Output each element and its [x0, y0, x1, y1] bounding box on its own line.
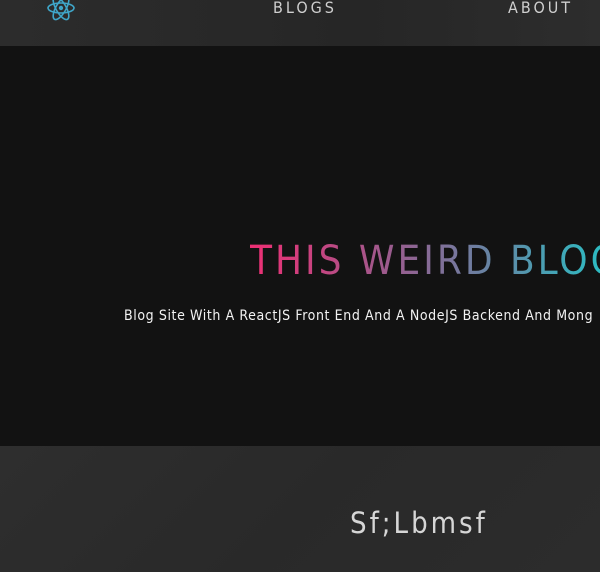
- hero-banner: THIS WEIRD BLOG Blog Site With A ReactJS…: [0, 46, 600, 446]
- hero-subtitle: Blog Site With A ReactJS Front End And A…: [124, 308, 594, 324]
- post-title[interactable]: Sf;Lbmsf: [350, 506, 488, 540]
- navbar: BLOGS ABOUT: [0, 0, 600, 46]
- nav-link-blogs[interactable]: BLOGS: [273, 0, 337, 17]
- hero-title: THIS WEIRD BLOG: [250, 238, 600, 284]
- posts-section: Sf;Lbmsf: [0, 446, 600, 572]
- nav-link-about[interactable]: ABOUT: [508, 0, 573, 17]
- react-atom-icon[interactable]: [45, 0, 77, 22]
